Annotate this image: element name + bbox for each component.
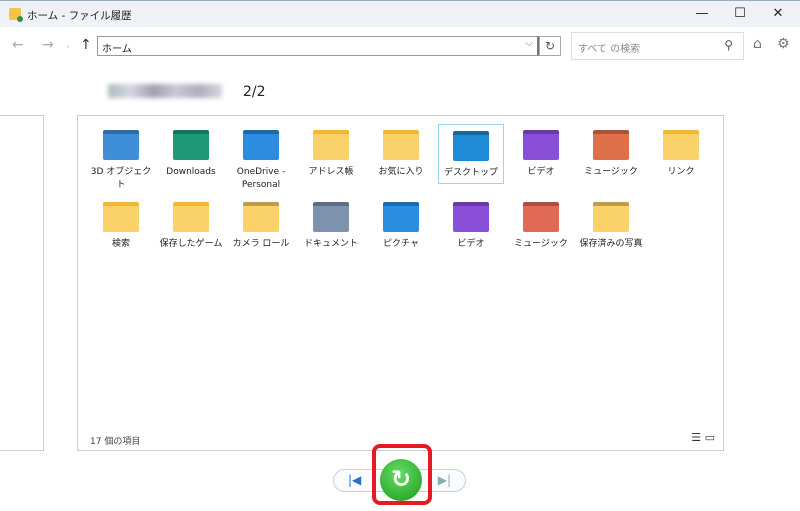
previous-version-panel [0, 115, 44, 451]
folder-label: ビデオ [457, 239, 485, 249]
library-folder-icon [593, 202, 629, 232]
music-library-icon [523, 202, 559, 232]
search-placeholder: すべて の検索 [578, 44, 641, 55]
videos-folder-icon [523, 130, 559, 160]
folder-item[interactable]: OneDrive - Personal [228, 124, 294, 192]
folder-label: ミュージック [584, 167, 638, 177]
gear-icon[interactable]: ⚙ [777, 36, 790, 52]
videos-library-icon [453, 202, 489, 232]
folder-item[interactable]: お気に入り [368, 124, 434, 179]
pictures-library-icon [383, 202, 419, 232]
title-bar: ホーム - ファイル履歴 — ☐ ✕ [0, 0, 800, 27]
folder-item[interactable]: カメラ ロール [228, 196, 294, 251]
minimize-button[interactable]: — [690, 5, 714, 23]
3d-objects-folder-icon [103, 130, 139, 160]
highlight-annotation [372, 444, 432, 505]
folder-label: ビデオ [527, 167, 555, 177]
onedrive-folder-icon [243, 130, 279, 160]
folder-label: 保存済みの写真 [579, 239, 643, 249]
backup-date-blurred [108, 84, 222, 98]
folder-label: デスクトップ [443, 168, 498, 178]
downloads-folder-icon [173, 130, 209, 160]
close-button[interactable]: ✕ [766, 5, 790, 23]
folder-item[interactable]: ビデオ [508, 124, 574, 179]
folder-item[interactable]: 3D オブジェクト [88, 124, 154, 192]
forward-button[interactable]: → [42, 37, 54, 53]
folder-item[interactable]: ドキュメント [298, 196, 364, 251]
page-indicator: 2/2 [243, 84, 266, 100]
folder-label: Downloads [166, 167, 216, 177]
folder-item[interactable]: リンク [648, 124, 714, 179]
chevron-down-icon[interactable]: ⌵ [525, 38, 533, 49]
folder-label: ピクチャ [383, 239, 419, 249]
folder-item[interactable]: ミュージック [508, 196, 574, 251]
folder-item[interactable]: ミュージック [578, 124, 644, 179]
folder-icon [173, 202, 209, 232]
file-view: 3D オブジェクト Downloads OneDrive - Personal アドレ… [77, 115, 724, 451]
folder-item[interactable]: 保存済みの写真 [578, 196, 644, 251]
music-folder-icon [593, 130, 629, 160]
details-view-icon[interactable]: ☰ [691, 431, 701, 444]
home-icon[interactable]: ⌂ [753, 36, 762, 52]
tiles-view-icon[interactable]: ▭ [705, 431, 715, 444]
folder-item[interactable]: 保存したゲーム [158, 196, 224, 251]
folder-label: 保存したゲーム [159, 239, 223, 249]
back-button[interactable]: ← [12, 37, 24, 53]
window-title: ホーム - ファイル履歴 [27, 10, 132, 22]
desktop-folder-icon [453, 131, 489, 161]
folder-label: リンク [667, 167, 695, 177]
folder-label: OneDrive - Personal [236, 167, 286, 190]
folder-icon [103, 202, 139, 232]
view-toggles: ☰ ▭ [691, 431, 715, 444]
folder-label: アドレス帳 [308, 167, 354, 177]
address-bar[interactable]: ホーム ⌵ [97, 36, 539, 56]
search-input[interactable]: すべて の検索 ⚲ [571, 32, 744, 60]
refresh-button[interactable]: ↻ [539, 36, 561, 56]
folder-icon [313, 130, 349, 160]
folder-label: ミュージック [514, 239, 568, 249]
folder-item[interactable]: 検索 [88, 196, 154, 251]
folder-label: ドキュメント [303, 239, 358, 249]
address-text: ホーム [102, 44, 132, 55]
maximize-button[interactable]: ☐ [728, 5, 752, 23]
folder-icon [663, 130, 699, 160]
recent-locations-button[interactable]: ˎ [66, 37, 71, 48]
folder-item[interactable]: ビデオ [438, 196, 504, 251]
previous-version-button[interactable]: |◀ [348, 473, 361, 487]
folder-icon [383, 130, 419, 160]
folder-label: カメラ ロール [232, 239, 290, 249]
documents-library-icon [313, 202, 349, 232]
search-icon[interactable]: ⚲ [724, 38, 733, 52]
folder-item[interactable]: ピクチャ [368, 196, 434, 251]
folder-item[interactable]: Downloads [158, 124, 224, 179]
library-folder-icon [243, 202, 279, 232]
folder-label: お気に入り [378, 167, 424, 177]
folder-label: 3D オブジェクト [90, 167, 152, 190]
item-count: 17 個の項目 [90, 437, 141, 447]
file-history-app-icon [9, 8, 23, 22]
folder-label: 検索 [111, 239, 130, 249]
folder-item[interactable]: デスクトップ [438, 124, 504, 184]
up-button[interactable]: ↑ [80, 37, 92, 53]
next-version-button[interactable]: ▶| [438, 473, 451, 487]
folder-item[interactable]: アドレス帳 [298, 124, 364, 179]
